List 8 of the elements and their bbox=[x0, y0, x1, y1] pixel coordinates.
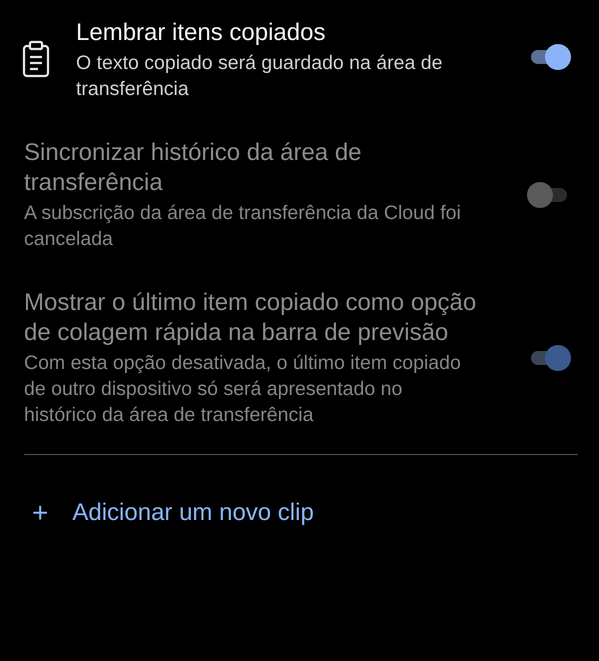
setting-description: Com esta opção desativada, o último item copiado de outro dispositivo só será apresentado no histórico da área de transferência bbox=[24, 351, 462, 428]
add-clip-button[interactable]: + Adicionar um novo clip bbox=[32, 499, 314, 527]
plus-icon: + bbox=[32, 499, 48, 527]
setting-description: A subscrição da área de transferência da Cloud foi cancelada bbox=[24, 201, 462, 252]
setting-title: Sincronizar histórico da área de transferência bbox=[24, 138, 363, 198]
setting-description: O texto copiado será guardado na área de transferência bbox=[76, 51, 444, 102]
setting-title: Lembrar itens copiados bbox=[76, 18, 326, 48]
setting-title: Mostrar o último item copiado como opção de colagem rápida na barra de previsão bbox=[24, 288, 477, 348]
